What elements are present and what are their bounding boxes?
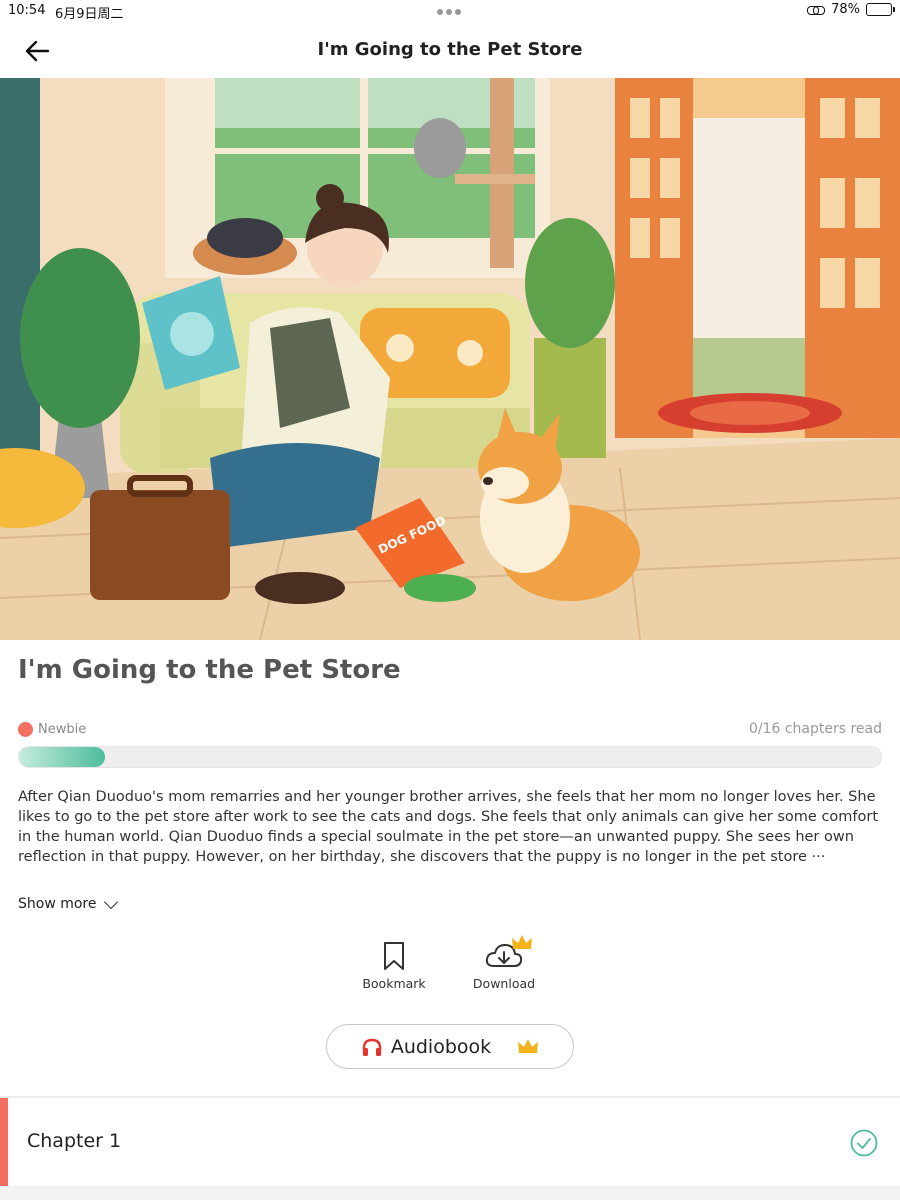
chevron-down-icon [103,894,118,909]
download-button[interactable]: Download [454,935,554,991]
reading-progress-fill [19,747,106,767]
level-label: Newbie [38,722,87,737]
show-more-label: Show more [18,896,97,912]
bookmark-label: Bookmark [362,976,426,991]
multitasking-dots-icon[interactable] [437,9,461,15]
status-date: 6月9日周二 [55,7,124,22]
bookmark-icon [384,942,404,970]
status-indicators: 78% [807,2,895,17]
premium-crown-icon [518,1038,539,1053]
book-description: After Qian Duoduo's mom remarries and he… [18,789,879,865]
bookmark-button[interactable]: Bookmark [344,940,444,991]
download-label: Download [472,976,536,991]
chapter-title: Chapter 1 [27,1130,122,1152]
status-time: 10:54 [8,3,46,18]
battery-icon [866,3,895,16]
book-title: I'm Going to the Pet Store [18,655,401,685]
audiobook-button[interactable]: Audiobook [326,1024,574,1069]
chapter-item[interactable]: Chapter 1 [0,1098,900,1186]
cover-illustration: DOG FOOD [0,78,900,640]
top-nav: I'm Going to the Pet Store [0,24,900,78]
status-bar: 10:54 6月9日周二 78% [0,0,900,24]
page-title: I'm Going to the Pet Store [317,39,583,60]
audiobook-label: Audiobook [390,1035,492,1058]
show-more-button[interactable]: Show more [18,894,118,912]
link-icon [807,4,826,16]
check-circle-icon [850,1129,878,1157]
chapters-read-count: 0/16 chapters read [748,721,882,737]
current-chapter-marker [0,1098,8,1186]
level-badge-dot [18,722,33,737]
premium-crown-icon [512,935,532,949]
list-bottom-edge [0,1186,900,1200]
battery-percent: 78% [831,2,860,17]
reading-progress-bar [18,746,882,768]
headphones-icon [362,1038,382,1056]
